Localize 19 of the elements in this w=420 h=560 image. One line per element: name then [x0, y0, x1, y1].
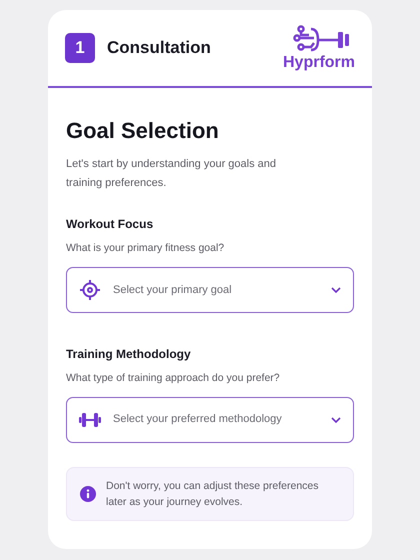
placeholder-text: Select your preferred methodology	[113, 412, 283, 428]
target-icon	[80, 280, 100, 300]
select-field[interactable]: Select your preferred methodology	[66, 396, 354, 442]
chevron-down-icon	[331, 286, 341, 293]
select-field[interactable]: Select your primary goal	[66, 266, 354, 313]
logo-text: Hyprform	[282, 54, 355, 72]
chevron-down-icon	[331, 416, 341, 422]
note-text: Don't worry, you can adjust these preferences later as your journey evolves.	[106, 478, 320, 510]
field-question: What is your primary fitness goal?	[66, 241, 226, 256]
step-badge: 1	[65, 33, 95, 63]
intro-text: Let's start by understanding your goals and training preferences.	[66, 157, 278, 191]
step-title: Consultation	[107, 37, 211, 60]
page-title: Goal Selection	[66, 117, 220, 145]
field-question: What type of training approach do you prefer?	[66, 370, 281, 386]
dumbbell-icon	[79, 412, 101, 428]
field-label: Workout Focus	[66, 216, 154, 233]
placeholder-text: Select your primary goal	[113, 282, 233, 298]
info-icon	[80, 486, 96, 502]
field-label: Training Methodology	[66, 346, 192, 363]
